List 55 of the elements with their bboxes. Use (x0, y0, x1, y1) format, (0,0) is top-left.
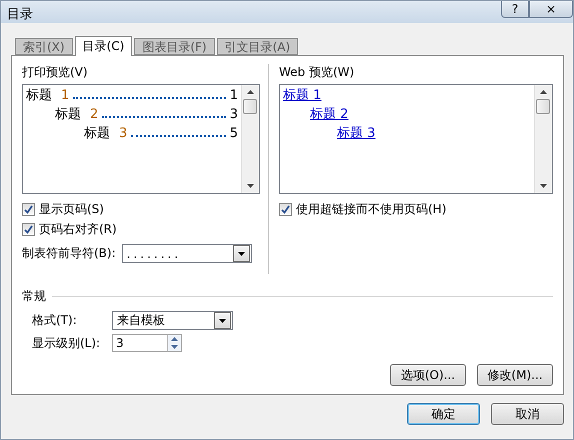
checkbox-label: 使用超链接而不使用页码(H) (296, 201, 446, 218)
heading-number: 1 (61, 88, 70, 103)
spin-up-icon[interactable] (171, 337, 178, 341)
section-title: 常规 (22, 288, 46, 305)
checkbox[interactable] (22, 223, 35, 236)
caret-icon (238, 252, 245, 256)
format-dropdown[interactable]: 来自模板 (112, 311, 233, 330)
toc-link[interactable]: 标题 2 (310, 105, 348, 124)
scroll-thumb[interactable] (536, 99, 550, 114)
panel-button[interactable]: 选项(O)... (390, 364, 466, 386)
tab-leader-dropdown[interactable]: ........ (122, 244, 252, 263)
dialog-button[interactable]: 取消 (491, 403, 564, 425)
heading-number: 3 (119, 126, 128, 141)
tab-leader-label: 制表符前导符(B): (22, 245, 116, 262)
checkbox[interactable] (22, 203, 35, 216)
toc-entry-title: 标题 (84, 125, 110, 142)
heading-number: 2 (90, 107, 98, 122)
dropdown-button[interactable] (214, 312, 231, 329)
scrollbar[interactable] (534, 85, 552, 193)
check-icon (24, 205, 33, 214)
tab[interactable]: 图表目录(F) (134, 38, 215, 55)
toc-entry-title: 标题 (26, 87, 52, 104)
window-title: 目录 (7, 6, 33, 23)
toc-entry-title: 标题 (55, 106, 81, 123)
toc-link[interactable]: 标题 3 (337, 124, 376, 143)
caret-icon (219, 318, 226, 322)
scroll-down-icon[interactable] (247, 184, 254, 188)
print-preview-label: 打印预览(V) (22, 64, 89, 81)
page-number: 3 (230, 107, 238, 122)
checkbox[interactable] (279, 203, 292, 216)
dialog-button[interactable]: 确定 (407, 403, 480, 425)
tab[interactable]: 索引(X) (15, 38, 73, 55)
help-button[interactable]: ? (501, 1, 529, 18)
checkbox-label: 页码右对齐(R) (39, 221, 117, 238)
levels-spinner[interactable]: 3 (112, 334, 182, 352)
check-icon (24, 225, 33, 234)
format-label: 格式(T): (32, 312, 78, 329)
tab[interactable]: 引文目录(A) (216, 38, 298, 55)
tab[interactable]: 目录(C) (74, 36, 132, 56)
panel-button[interactable]: 修改(M)... (477, 364, 553, 386)
dropdown-button[interactable] (232, 245, 250, 262)
close-button[interactable]: × (529, 1, 573, 18)
scroll-up-icon[interactable] (247, 90, 254, 94)
page-number: 5 (230, 126, 238, 141)
scroll-thumb[interactable] (243, 99, 257, 114)
scrollbar[interactable] (241, 85, 259, 193)
levels-label: 显示级别(L): (32, 334, 102, 352)
scroll-up-icon[interactable] (540, 90, 547, 94)
check-icon (281, 205, 290, 214)
page-number: 1 (230, 88, 238, 103)
scroll-down-icon[interactable] (540, 184, 547, 188)
web-preview-label: Web 预览(W) (279, 64, 356, 81)
checkbox-label: 显示页码(S) (39, 201, 104, 218)
toc-link[interactable]: 标题 1 (283, 86, 322, 105)
spin-down-icon[interactable] (171, 345, 178, 349)
